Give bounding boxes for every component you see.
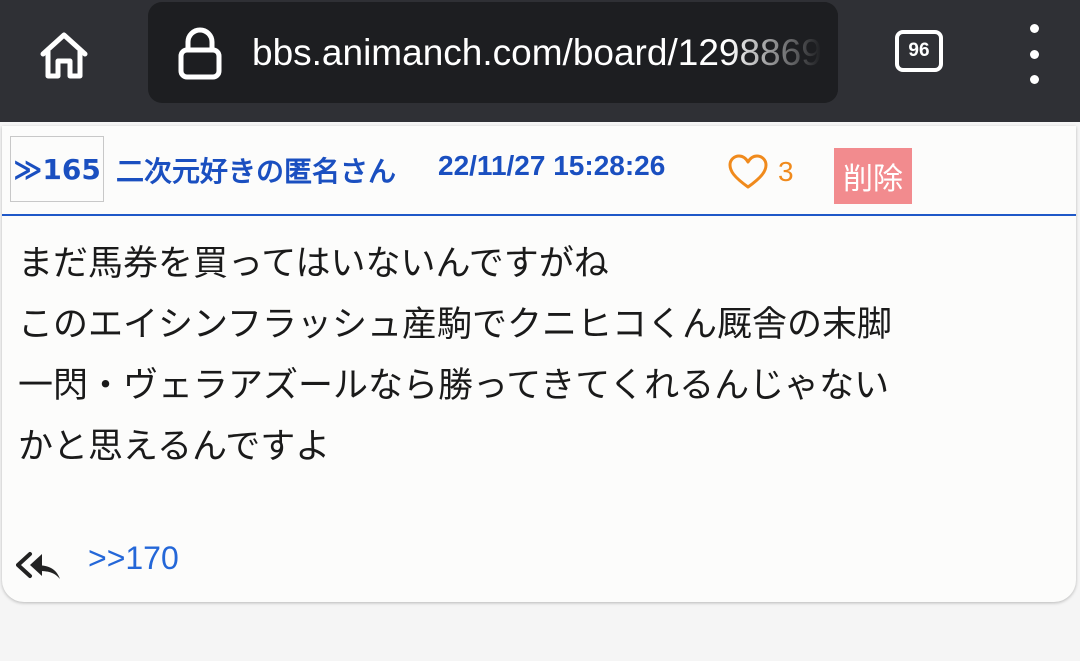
res-number-button[interactable]: ≫165 bbox=[10, 136, 104, 202]
reply-anchor-link[interactable]: >>170 bbox=[88, 540, 179, 577]
browser-toolbar: bbs.animanch.com/board/1298869/ 96 bbox=[0, 0, 1080, 122]
more-vert-icon bbox=[1029, 24, 1039, 33]
post-body-line: まだ馬券を買ってはいないんですがね bbox=[18, 244, 609, 284]
post-card: ≫165 二次元好きの匿名さん 22/11/27 15:28:26 3 削除 ま… bbox=[2, 126, 1076, 602]
post-body-line: 一閃・ヴェラアズールなら勝ってきてくれるんじゃない bbox=[18, 366, 890, 406]
url-text: bbs.animanch.com/board/1298869/ bbox=[252, 32, 833, 73]
post-body: まだ馬券を買ってはいないんですがね このエイシンフラッシュ産駒でクニヒコくん厩舎… bbox=[18, 234, 1068, 478]
like-button[interactable]: 3 bbox=[728, 152, 794, 192]
home-icon bbox=[40, 32, 88, 79]
post-body-line: このエイシンフラッシュ産駒でクニヒコくん厩舎の末脚 bbox=[18, 305, 892, 345]
post-body-line: かと思えるんですよ bbox=[18, 427, 331, 467]
address-bar[interactable]: bbs.animanch.com/board/1298869/ bbox=[148, 2, 838, 103]
heart-outline-icon bbox=[728, 154, 768, 189]
poster-name: 二次元好きの匿名さん bbox=[116, 155, 397, 188]
delete-button[interactable]: 削除 bbox=[834, 148, 912, 204]
tab-switcher-button[interactable]: 96 bbox=[895, 30, 943, 72]
post-header: ≫165 二次元好きの匿名さん 22/11/27 15:28:26 3 削除 bbox=[2, 126, 1076, 216]
more-vert-icon-dot bbox=[1029, 49, 1039, 59]
like-count: 3 bbox=[778, 156, 794, 187]
post-datetime: 22/11/27 15:28:26 bbox=[438, 150, 666, 181]
more-vert-icon-dot bbox=[1029, 75, 1039, 84]
reply-all-icon[interactable] bbox=[16, 550, 62, 580]
lock-icon bbox=[178, 27, 222, 80]
more-menu-button[interactable] bbox=[1012, 24, 1056, 84]
home-button[interactable] bbox=[28, 20, 100, 92]
